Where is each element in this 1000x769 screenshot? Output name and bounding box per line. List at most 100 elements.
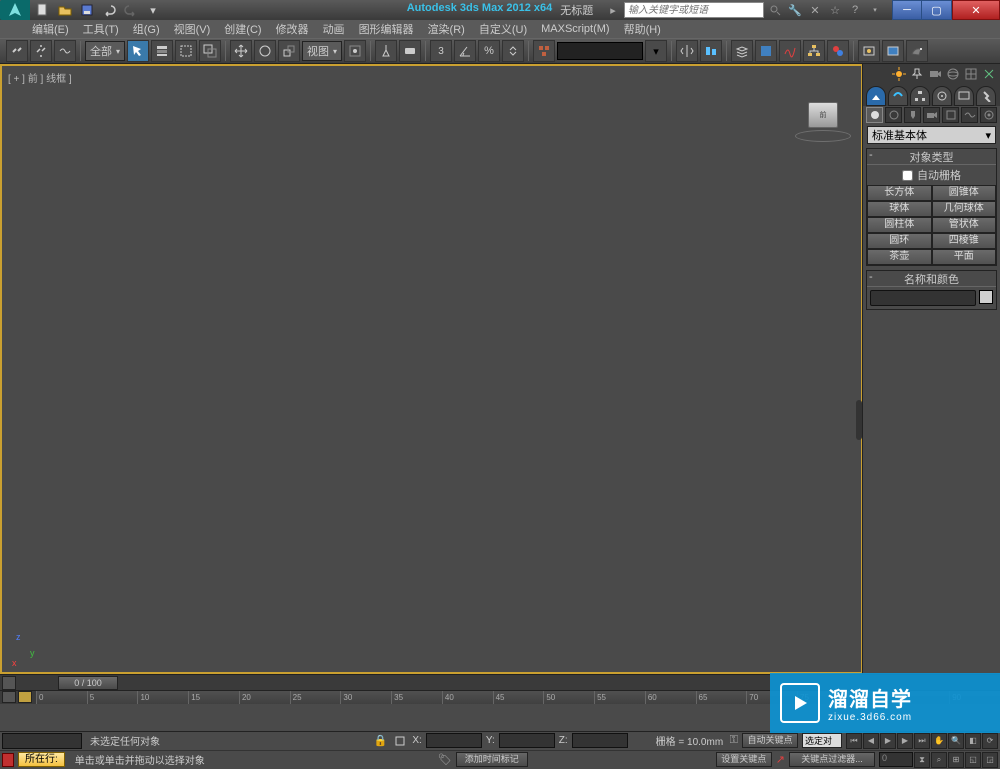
help-dropdown-icon[interactable]: ▾ <box>866 2 884 18</box>
material-editor-icon[interactable] <box>827 40 849 62</box>
menu-modifiers[interactable]: 修改器 <box>274 21 311 37</box>
category-dropdown[interactable]: 标准基本体▾ <box>867 126 996 144</box>
named-selection-input[interactable] <box>557 42 643 60</box>
keymode-icon[interactable]: ↗ <box>776 753 785 766</box>
menu-help[interactable]: 帮助(H) <box>622 21 663 37</box>
goto-start-icon[interactable]: ⏮ <box>846 733 862 749</box>
rollout-header[interactable]: 对象类型 <box>867 149 996 165</box>
manipulate-icon[interactable] <box>375 40 397 62</box>
viewport[interactable]: [ + ] 前 ] 线框 ] 前 z y x <box>0 64 862 674</box>
time-slider[interactable]: 0 / 100 <box>58 676 118 690</box>
menu-group[interactable]: 组(G) <box>131 21 162 37</box>
named-sel-dropdown-icon[interactable]: ▾ <box>645 40 667 62</box>
create-tab[interactable] <box>866 86 886 106</box>
help-icon[interactable]: ? <box>846 2 864 18</box>
favorites-icon[interactable]: ☆ <box>826 2 844 18</box>
key-icon[interactable]: ⚿ <box>730 734 738 747</box>
selection-filter-dropdown[interactable]: 全部▾ <box>85 41 125 61</box>
lights-subtab[interactable] <box>904 107 921 123</box>
snap-toggle-icon[interactable]: 3 <box>430 40 452 62</box>
script-rec-icon[interactable] <box>2 753 14 767</box>
select-object-icon[interactable] <box>127 40 149 62</box>
object-name-input[interactable] <box>870 290 976 306</box>
autogrid-checkbox[interactable]: 自动栅格 <box>867 165 996 185</box>
orbit-icon[interactable]: ⟳ <box>982 733 998 749</box>
time-config-button[interactable]: ⧗ <box>914 752 930 768</box>
percent-snap-icon[interactable]: % <box>478 40 500 62</box>
save-icon[interactable] <box>78 2 96 18</box>
mini-curve-editor-icon[interactable] <box>18 691 32 703</box>
autokey-button[interactable]: 自动关键点 <box>742 733 798 748</box>
menu-grapheditors[interactable]: 图形编辑器 <box>357 21 416 37</box>
light-icon[interactable] <box>892 67 906 81</box>
rendered-frame-icon[interactable] <box>882 40 904 62</box>
selection-lock-box[interactable] <box>2 733 82 749</box>
menu-views[interactable]: 视图(V) <box>172 21 213 37</box>
primitive-sphere[interactable]: 球体 <box>867 201 932 217</box>
menu-tools[interactable]: 工具(T) <box>81 21 121 37</box>
menu-customize[interactable]: 自定义(U) <box>477 21 529 37</box>
hierarchy-tab[interactable] <box>910 86 930 106</box>
motion-tab[interactable] <box>932 86 952 106</box>
redo-icon[interactable] <box>122 2 140 18</box>
zoom-extents-icon[interactable]: ⌕ <box>931 752 947 768</box>
edit-named-sel-icon[interactable] <box>533 40 555 62</box>
add-time-tag-button[interactable]: 添加时间标记 <box>456 752 528 767</box>
render-production-icon[interactable] <box>906 40 928 62</box>
object-color-swatch[interactable] <box>979 290 993 304</box>
zoom-all-icon[interactable]: ⊞ <box>948 752 964 768</box>
current-frame-input[interactable]: 0 <box>879 752 913 767</box>
rotate-icon[interactable] <box>254 40 276 62</box>
primitive-plane[interactable]: 平面 <box>932 249 997 265</box>
selected-set-box[interactable]: 选定对 <box>802 733 842 748</box>
isolate-icon[interactable] <box>392 733 408 749</box>
close-button[interactable]: ✕ <box>952 0 1000 20</box>
unlink-icon[interactable] <box>30 40 52 62</box>
script-line-button[interactable]: 所在行: <box>18 752 65 767</box>
display-tab[interactable] <box>954 86 974 106</box>
min-viewport-icon[interactable]: ◲ <box>982 752 998 768</box>
menu-rendering[interactable]: 渲染(R) <box>426 21 467 37</box>
max-viewport-icon[interactable]: ◱ <box>965 752 981 768</box>
new-icon[interactable] <box>34 2 52 18</box>
next-frame-icon[interactable]: ▶ <box>897 733 913 749</box>
infocenter-arrow-icon[interactable]: ▸ <box>604 2 622 18</box>
x-input[interactable] <box>426 733 482 748</box>
menu-maxscript[interactable]: MAXScript(M) <box>539 23 611 35</box>
selection-region-icon[interactable] <box>175 40 197 62</box>
search-input[interactable] <box>624 2 764 18</box>
keyboard-shortcut-icon[interactable] <box>399 40 421 62</box>
helper-icon[interactable] <box>982 67 996 81</box>
menu-edit[interactable]: 编辑(E) <box>30 21 71 37</box>
y-input[interactable] <box>499 733 555 748</box>
setkey-button[interactable]: 设置关键点 <box>716 752 772 767</box>
window-crossing-icon[interactable] <box>199 40 221 62</box>
geometry-subtab[interactable] <box>866 107 883 123</box>
globe-icon[interactable] <box>946 67 960 81</box>
spacewarps-subtab[interactable] <box>961 107 978 123</box>
link-icon[interactable] <box>6 40 28 62</box>
curve-editor-icon[interactable] <box>779 40 801 62</box>
time-tag-icon[interactable]: 🏷 <box>438 753 452 766</box>
menu-animation[interactable]: 动画 <box>321 21 347 37</box>
modify-tab[interactable] <box>888 86 908 106</box>
minimize-button[interactable]: ─ <box>892 0 922 20</box>
primitive-torus[interactable]: 圆环 <box>867 233 932 249</box>
qat-dropdown-icon[interactable]: ▾ <box>144 2 162 18</box>
rollout-header[interactable]: 名称和颜色 <box>867 271 996 287</box>
primitive-box[interactable]: 长方体 <box>867 185 932 201</box>
menu-create[interactable]: 创建(C) <box>222 21 263 37</box>
search-icon[interactable] <box>766 2 784 18</box>
play-icon[interactable]: ▶ <box>880 733 896 749</box>
viewport-label[interactable]: [ + ] 前 ] 线框 ] <box>8 70 72 85</box>
systems-subtab[interactable] <box>980 107 997 123</box>
keyfilter-button[interactable]: 关键点过滤器... <box>789 752 875 767</box>
angle-snap-icon[interactable] <box>454 40 476 62</box>
pivot-center-icon[interactable] <box>344 40 366 62</box>
exchange-icon[interactable]: ✕ <box>806 2 824 18</box>
zoom-icon[interactable]: 🔍 <box>948 733 964 749</box>
primitive-teapot[interactable]: 茶壶 <box>867 249 932 265</box>
app-menu-button[interactable] <box>0 0 30 20</box>
primitive-pyramid[interactable]: 四棱锥 <box>932 233 997 249</box>
lock-icon[interactable]: 🔒 <box>372 733 388 749</box>
